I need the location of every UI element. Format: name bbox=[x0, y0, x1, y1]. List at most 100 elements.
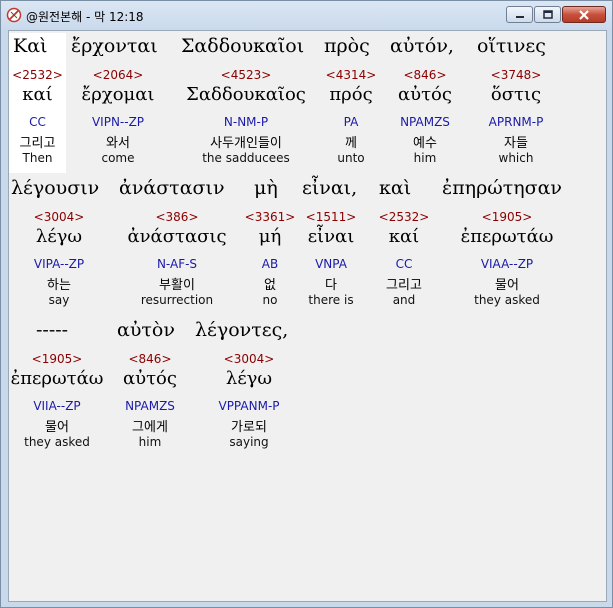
korean-gloss: 께 bbox=[345, 136, 357, 151]
korean-gloss: 그에게 bbox=[132, 420, 168, 435]
strong-number[interactable]: <4523> bbox=[172, 68, 320, 82]
strong-number[interactable]: <3361> bbox=[244, 210, 296, 224]
window-title: @원전본해 - 막 12:18 bbox=[26, 10, 144, 24]
greek-text: ἐπηρώτησαν bbox=[442, 177, 562, 199]
greek-text: λέγοντες, bbox=[195, 319, 289, 341]
korean-gloss: 사두개인들이 bbox=[210, 136, 282, 151]
word-unit[interactable]: πρὸς <4314> πρός PA 께 unto bbox=[320, 33, 382, 173]
lemma: αὐτός bbox=[398, 84, 452, 105]
greek-text: ἔρχονται bbox=[71, 35, 158, 57]
maximize-button[interactable] bbox=[534, 6, 561, 23]
word-unit[interactable]: λέγουσιν <3004> λέγω VIPA--ZP 하는 say bbox=[9, 175, 109, 315]
lemma: λέγω bbox=[35, 226, 83, 247]
english-gloss: the sadducees bbox=[202, 151, 290, 165]
interlinear-line: Καὶ <2532> καί CC 그리고 Then ἔρχονται <206… bbox=[9, 33, 606, 173]
parsing-code: NPAMZS bbox=[400, 115, 450, 129]
word-unit[interactable]: καὶ <2532> καί CC 그리고 and bbox=[366, 175, 442, 315]
strong-number[interactable]: <3004> bbox=[9, 210, 109, 224]
word-unit-selected[interactable]: Καὶ <2532> καί CC 그리고 Then bbox=[9, 33, 66, 173]
greek-text: λέγουσιν bbox=[11, 177, 100, 199]
minimize-icon bbox=[515, 15, 524, 18]
lemma: μή bbox=[258, 226, 282, 247]
parsing-code: PA bbox=[343, 115, 359, 129]
english-gloss: him bbox=[413, 151, 437, 165]
lemma: εἶναι bbox=[307, 226, 355, 247]
window-controls bbox=[506, 6, 606, 23]
strong-number[interactable]: <1905> bbox=[442, 210, 572, 224]
english-gloss: say bbox=[48, 293, 70, 307]
korean-gloss: 와서 bbox=[106, 136, 130, 151]
word-unit[interactable]: αὐτὸν <846> αὐτός NPAMZS 그에게 him bbox=[105, 317, 195, 457]
english-gloss: they asked bbox=[24, 435, 90, 449]
greek-text: εἶναι, bbox=[302, 177, 358, 199]
english-gloss: unto bbox=[337, 151, 365, 165]
strong-number[interactable]: <3748> bbox=[468, 68, 564, 82]
lemma: λέγω bbox=[225, 368, 273, 389]
title-bar[interactable]: @원전본해 - 막 12:18 bbox=[1, 1, 612, 30]
parsing-code: NPAMZS bbox=[125, 399, 175, 413]
korean-gloss: 하는 bbox=[47, 278, 71, 293]
word-unit[interactable]: εἶναι, <1511> εἶναι VNPA 다 there is bbox=[296, 175, 366, 315]
greek-text: αὐτόν, bbox=[390, 35, 454, 57]
english-gloss: resurrection bbox=[140, 293, 214, 307]
parsing-code: VIIA--ZP bbox=[33, 399, 81, 413]
parsing-code: VIPA--ZP bbox=[33, 257, 85, 271]
strong-number[interactable]: <846> bbox=[105, 352, 195, 366]
english-gloss: there is bbox=[308, 293, 354, 307]
lemma: ἐπερωτάω bbox=[460, 226, 554, 247]
word-unit[interactable]: λέγοντες, <3004> λέγω VPPANM-P 가로되 sayin… bbox=[195, 317, 303, 457]
korean-gloss: 물어 bbox=[495, 278, 519, 293]
korean-gloss: 없 bbox=[264, 278, 276, 293]
greek-text: πρὸς bbox=[324, 35, 370, 57]
greek-text: Σαδδουκαῖοι bbox=[181, 35, 305, 57]
close-button[interactable] bbox=[562, 6, 606, 23]
lemma: καί bbox=[388, 226, 420, 247]
korean-gloss: 다 bbox=[325, 278, 337, 293]
word-unit[interactable]: ἐπηρώτησαν <1905> ἐπερωτάω VIAA--ZP 물어 t… bbox=[442, 175, 572, 315]
lemma: ἐπερωτάω bbox=[10, 368, 104, 389]
word-unit[interactable]: ----- <1905> ἐπερωτάω VIIA--ZP 물어 they a… bbox=[9, 317, 105, 457]
strong-number[interactable]: <1511> bbox=[296, 210, 366, 224]
word-unit[interactable]: ἔρχονται <2064> ἔρχομαι VIPN--ZP 와서 come bbox=[65, 33, 171, 173]
strong-number[interactable]: <1905> bbox=[9, 352, 105, 366]
strong-number[interactable]: <2532> bbox=[9, 68, 66, 82]
english-gloss: they asked bbox=[474, 293, 540, 307]
parsing-code: CC bbox=[29, 115, 46, 129]
korean-gloss: 물어 bbox=[45, 420, 69, 435]
english-gloss: come bbox=[101, 151, 135, 165]
parsing-code: VIPN--ZP bbox=[91, 115, 145, 129]
strong-number[interactable]: <4314> bbox=[320, 68, 382, 82]
parsing-code: CC bbox=[395, 257, 413, 271]
word-unit[interactable]: μὴ <3361> μή AB 없 no bbox=[244, 175, 296, 315]
word-unit[interactable]: αὐτόν, <846> αὐτός NPAMZS 예수 him bbox=[382, 33, 468, 173]
close-icon bbox=[579, 9, 589, 20]
lemma: ὅστις bbox=[490, 84, 542, 105]
word-unit[interactable]: ἀνάστασιν <386> ἀνάστασις N-AF-S 부활이 res… bbox=[110, 175, 244, 315]
parsing-code: AB bbox=[261, 257, 279, 271]
strong-number[interactable]: <846> bbox=[382, 68, 468, 82]
lemma: πρός bbox=[329, 84, 373, 105]
parsing-code: N-AF-S bbox=[156, 257, 198, 271]
minimize-button[interactable] bbox=[506, 6, 533, 23]
greek-text: Καὶ bbox=[13, 35, 48, 57]
korean-gloss: 자들 bbox=[504, 136, 528, 151]
interlinear-view[interactable]: Καὶ <2532> καί CC 그리고 Then ἔρχονται <206… bbox=[8, 30, 607, 602]
korean-gloss: 그리고 bbox=[19, 136, 56, 151]
interlinear-line: λέγουσιν <3004> λέγω VIPA--ZP 하는 say ἀνά… bbox=[9, 175, 606, 315]
verse-panel: Καὶ <2532> καί CC 그리고 Then ἔρχονται <206… bbox=[9, 31, 606, 601]
lemma: καί bbox=[22, 84, 53, 105]
lemma: ἀνάστασις bbox=[127, 226, 227, 247]
korean-gloss: 그리고 bbox=[386, 278, 422, 293]
english-gloss: him bbox=[138, 435, 162, 449]
strong-number[interactable]: <386> bbox=[110, 210, 244, 224]
strong-number[interactable]: <2064> bbox=[65, 68, 171, 82]
parsing-code: N-NM-P bbox=[223, 115, 269, 129]
app-window: @원전본해 - 막 12:18 Καὶ <2532> καί CC 그리고 Th… bbox=[0, 0, 613, 608]
app-icon[interactable] bbox=[6, 7, 22, 23]
word-unit[interactable]: Σαδδουκαῖοι <4523> Σαδδουκαῖος N-NM-P 사두… bbox=[172, 33, 320, 173]
word-unit[interactable]: οἵτινες <3748> ὅστις APRNM-P 자들 which bbox=[468, 33, 564, 173]
parsing-code: VIAA--ZP bbox=[480, 257, 534, 271]
strong-number[interactable]: <3004> bbox=[195, 352, 303, 366]
greek-text: αὐτὸν bbox=[117, 319, 175, 341]
strong-number[interactable]: <2532> bbox=[366, 210, 442, 224]
